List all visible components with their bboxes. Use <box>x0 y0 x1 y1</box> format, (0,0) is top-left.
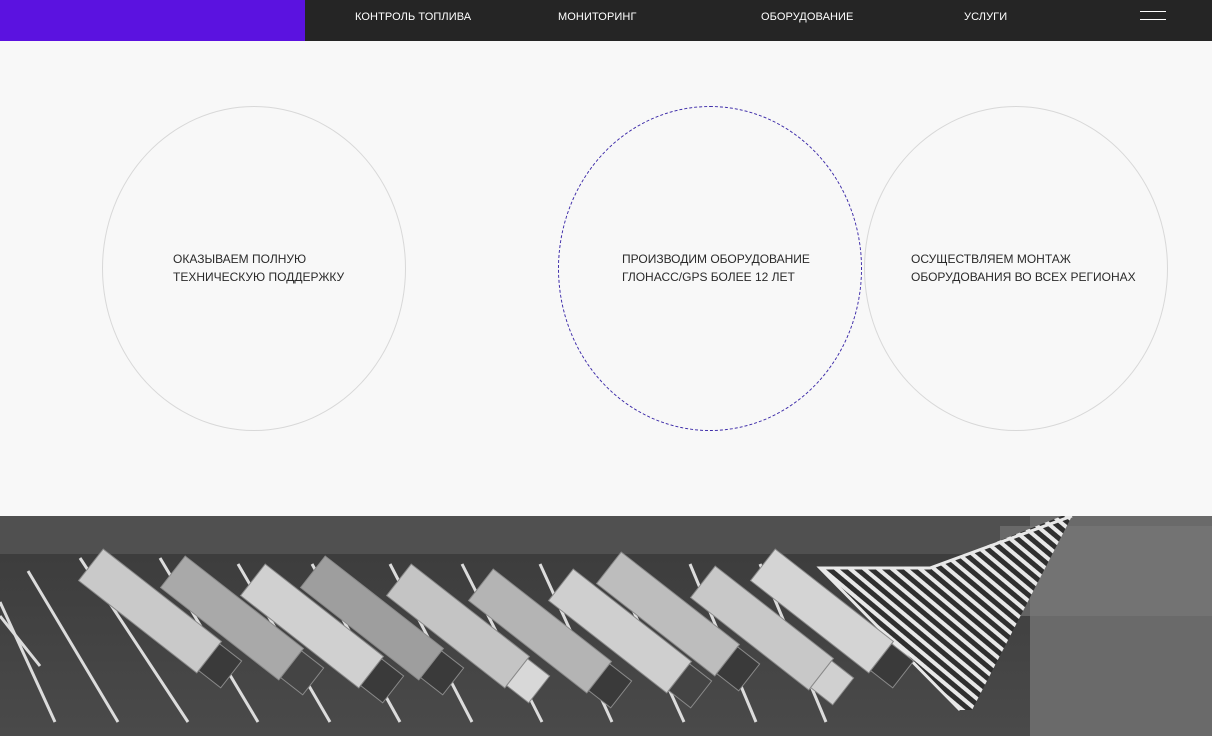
feature-text-production: ПРОИЗВОДИМ ОБОРУДОВАНИЕ ГЛОНАСС/GPS БОЛЕ… <box>622 250 810 286</box>
brand-block[interactable] <box>0 0 305 41</box>
feature-line: ОБОРУДОВАНИЯ ВО ВСЕХ РЕГИОНАХ <box>911 270 1136 284</box>
nav-equipment[interactable]: ОБОРУДОВАНИЕ <box>761 10 854 24</box>
feature-line: ОКАЗЫВАЕМ ПОЛНУЮ <box>173 252 307 266</box>
nav-fuel-control[interactable]: КОНТРОЛЬ ТОПЛИВА <box>355 10 471 24</box>
feature-text-installation: ОСУЩЕСТВЛЯЕМ МОНТАЖ ОБОРУДОВАНИЯ ВО ВСЕХ… <box>911 250 1136 286</box>
nav-monitoring[interactable]: МОНИТОРИНГ <box>558 10 637 24</box>
feature-line: ПРОИЗВОДИМ ОБОРУДОВАНИЕ <box>622 252 810 266</box>
top-header: КОНТРОЛЬ ТОПЛИВА МОНИТОРИНГ ОБОРУДОВАНИЕ… <box>0 0 1212 41</box>
trucks-parking-photo <box>0 516 1212 736</box>
hamburger-menu-icon[interactable] <box>1140 9 1166 23</box>
feature-line: ОСУЩЕСТВЛЯЕМ МОНТАЖ <box>911 252 1071 266</box>
nav-services[interactable]: УСЛУГИ <box>964 10 1007 24</box>
feature-line: ГЛОНАСС/GPS БОЛЕЕ 12 ЛЕТ <box>622 270 795 284</box>
feature-text-support: ОКАЗЫВАЕМ ПОЛНУЮ ТЕХНИЧЕСКУЮ ПОДДЕРЖКУ <box>173 250 344 286</box>
feature-line: ТЕХНИЧЕСКУЮ ПОДДЕРЖКУ <box>173 270 345 284</box>
